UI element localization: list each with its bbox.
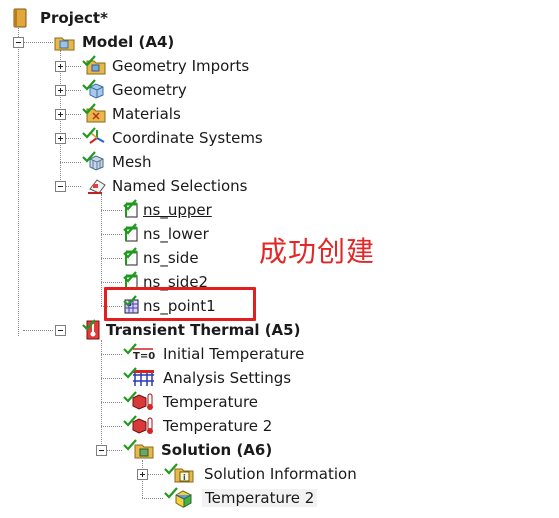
expand-toggle-coordinate-systems[interactable] bbox=[55, 133, 66, 144]
transient-thermal-icon bbox=[82, 319, 102, 341]
face-selection-icon bbox=[123, 199, 139, 221]
tree-node-model[interactable]: Model (A4) bbox=[52, 31, 174, 53]
tree-node-label: Geometry bbox=[112, 81, 187, 99]
tree-node-named-selections[interactable]: Named Selections bbox=[82, 175, 247, 197]
tree-node-label: Transient Thermal (A5) bbox=[106, 321, 301, 339]
project-book-icon bbox=[10, 7, 32, 29]
check-icon bbox=[123, 367, 137, 379]
tree-node-label: Analysis Settings bbox=[163, 369, 292, 387]
geometry-imports-icon bbox=[82, 55, 108, 77]
named-selections-icon bbox=[82, 175, 108, 197]
face-selection-icon bbox=[123, 247, 139, 269]
check-icon bbox=[82, 79, 96, 91]
tree-node-label: Model (A4) bbox=[82, 33, 175, 51]
tree-node-coordinate-systems[interactable]: Coordinate Systems bbox=[82, 127, 263, 149]
model-icon bbox=[52, 31, 78, 53]
expand-toggle-geometry-imports[interactable] bbox=[55, 61, 66, 72]
coordinate-systems-icon bbox=[82, 127, 108, 149]
check-icon bbox=[123, 391, 137, 403]
check-icon bbox=[82, 103, 96, 115]
tree-node-temperature-2-result[interactable]: Temperature 2 bbox=[164, 487, 318, 509]
collapse-toggle-solution[interactable] bbox=[96, 445, 107, 456]
check-icon bbox=[164, 487, 178, 499]
tree-node-label: ns_side bbox=[143, 249, 199, 267]
tree-node-label: Temperature 2 bbox=[163, 417, 273, 435]
collapse-toggle-transient-thermal[interactable] bbox=[55, 325, 66, 336]
tree-node-analysis-settings[interactable]: Analysis Settings bbox=[123, 367, 291, 389]
geometry-icon bbox=[82, 79, 108, 101]
expand-toggle-solution-information[interactable] bbox=[137, 469, 148, 480]
tree-node-label: Project* bbox=[40, 9, 108, 27]
check-icon bbox=[82, 319, 96, 331]
collapse-toggle-named-selections[interactable] bbox=[55, 181, 66, 192]
tree-node-solution-information[interactable]: i Solution Information bbox=[164, 463, 357, 485]
check-icon bbox=[82, 127, 96, 139]
tree-node-ns-lower[interactable]: ns_lower bbox=[123, 223, 209, 245]
tree-node-solution[interactable]: Solution (A6) bbox=[123, 439, 272, 461]
tree-node-label: Temperature 2 bbox=[202, 489, 318, 507]
materials-icon bbox=[82, 103, 108, 125]
check-icon bbox=[123, 223, 137, 235]
check-icon bbox=[82, 55, 96, 67]
tree-node-mesh[interactable]: Mesh bbox=[82, 151, 152, 173]
tree-node-ns-side[interactable]: ns_side bbox=[123, 247, 199, 269]
expand-toggle-materials[interactable] bbox=[55, 109, 66, 120]
highlight-box bbox=[104, 287, 256, 321]
temperature-load-icon bbox=[123, 415, 157, 437]
annotation-text: 成功创建 bbox=[259, 235, 376, 268]
solution-information-icon: i bbox=[164, 463, 198, 485]
tree-node-label: Temperature bbox=[163, 393, 259, 411]
tree-node-temperature-2[interactable]: Temperature 2 bbox=[123, 415, 272, 437]
tree-node-materials[interactable]: Materials bbox=[82, 103, 181, 125]
tree-node-label: Named Selections bbox=[112, 177, 248, 195]
check-icon bbox=[123, 271, 137, 283]
solution-icon bbox=[123, 439, 157, 461]
check-icon bbox=[123, 439, 137, 451]
expand-toggle-geometry[interactable] bbox=[55, 85, 66, 96]
check-icon bbox=[164, 463, 178, 475]
face-selection-icon bbox=[123, 223, 139, 245]
initial-temperature-icon: T=0 bbox=[123, 343, 157, 365]
tree-node-label: Solution (A6) bbox=[161, 441, 273, 459]
tree-node-initial-temperature[interactable]: T=0 Initial Temperature bbox=[123, 343, 304, 365]
tree-node-transient-thermal[interactable]: Transient Thermal (A5) bbox=[82, 319, 300, 341]
check-icon bbox=[82, 151, 96, 163]
tree-node-label: Mesh bbox=[112, 153, 152, 171]
check-icon bbox=[123, 415, 137, 427]
check-icon bbox=[123, 343, 137, 355]
tree-node-temperature[interactable]: Temperature bbox=[123, 391, 258, 413]
temperature-load-icon bbox=[123, 391, 157, 413]
check-icon bbox=[123, 199, 137, 211]
check-icon bbox=[123, 247, 137, 259]
tree-node-geometry-imports[interactable]: Geometry Imports bbox=[82, 55, 249, 77]
tree-node-ns-upper[interactable]: ns_upper bbox=[123, 199, 212, 221]
tree-node-label: Initial Temperature bbox=[163, 345, 305, 363]
tree-node-project[interactable]: Project* bbox=[10, 7, 108, 29]
tree-node-label: Geometry Imports bbox=[112, 57, 250, 75]
svg-text:i: i bbox=[183, 473, 186, 482]
tree-node-label: ns_lower bbox=[143, 225, 209, 243]
collapse-toggle-model[interactable] bbox=[13, 37, 24, 48]
mesh-icon bbox=[82, 151, 108, 173]
tree-node-geometry[interactable]: Geometry bbox=[82, 79, 187, 101]
tree-node-label: ns_upper bbox=[143, 201, 212, 219]
tree-node-label: Solution Information bbox=[204, 465, 357, 483]
tree-node-label: Materials bbox=[112, 105, 181, 123]
tree-node-label: Coordinate Systems bbox=[112, 129, 263, 147]
analysis-settings-icon bbox=[123, 367, 157, 389]
temperature-result-icon bbox=[164, 487, 198, 509]
